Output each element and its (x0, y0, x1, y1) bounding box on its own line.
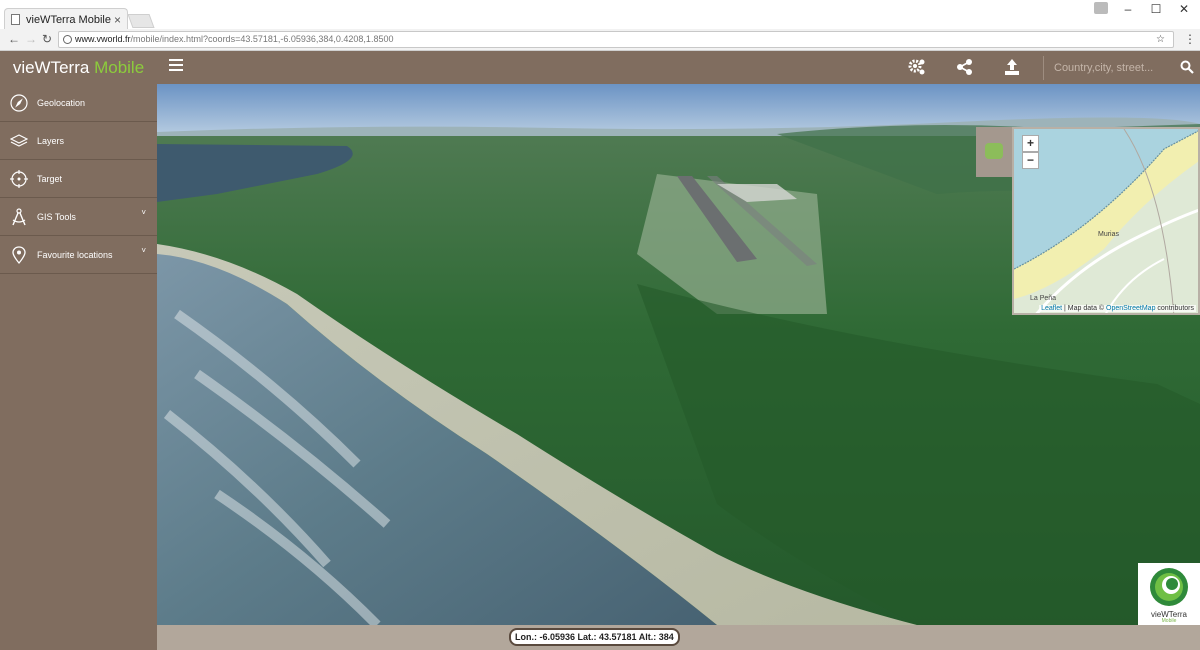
app-header: vieWTerra Mobile (0, 51, 1200, 84)
sidebar-item-target[interactable]: Target (0, 160, 157, 198)
sidebar-item-label: Layers (37, 135, 65, 146)
leaflet-link[interactable]: Leaflet (1041, 305, 1062, 312)
address-bar-row: ← → ↻ www.vworld.fr/mobile/index.html?co… (0, 29, 1200, 51)
forward-icon[interactable]: → (25, 32, 37, 46)
logo-main-text: vieWTerra (12, 58, 90, 77)
sidebar-item-label: Geolocation (37, 97, 86, 108)
close-window-button[interactable]: ✕ (1170, 0, 1198, 20)
bookmark-star-icon[interactable]: ☆ (1156, 32, 1165, 47)
target-icon (10, 169, 28, 188)
logo-sub-text: Mobile (94, 58, 145, 77)
tab-close-button[interactable]: × (114, 13, 121, 27)
leaf-icon (985, 143, 1003, 159)
browser-titlebar: vieWTerra Mobile × – ☐ ✕ (0, 0, 1200, 30)
compass-drawing-icon (12, 207, 26, 225)
sidebar-item-gis-tools[interactable]: GIS Tools ˅ (0, 198, 157, 236)
minimap[interactable]: + − Murias La Peña Leaflet | Map data © … (1012, 127, 1200, 315)
hamburger-menu-icon[interactable] (169, 59, 183, 73)
minimap-tiles[interactable] (1014, 129, 1200, 315)
sidebar-item-label: GIS Tools (37, 211, 76, 222)
url-field[interactable]: www.vworld.fr/mobile/index.html?coords=4… (58, 31, 1174, 48)
browser-menu-icon[interactable]: ⋮ (1184, 32, 1196, 46)
minimap-toggle-button[interactable] (976, 127, 1012, 177)
attribution-suffix: contributors (1155, 305, 1194, 312)
upload-icon[interactable] (1002, 57, 1022, 77)
header-divider (1043, 56, 1044, 80)
user-profile-icon[interactable] (1094, 2, 1108, 14)
attribution-text: | Map data © (1062, 305, 1107, 312)
url-host: www.vworld.fr (75, 34, 131, 44)
brand-logo: vieWTerra Mobile (1138, 563, 1200, 625)
brand-sub: Mobile (1161, 618, 1177, 624)
sidebar-item-layers[interactable]: Layers (0, 122, 157, 160)
reload-icon[interactable]: ↻ (42, 32, 52, 46)
zoom-in-button[interactable]: + (1022, 135, 1039, 152)
sidebar: Geolocation Layers Target GIS Tools ˅ Fa… (0, 84, 157, 650)
chevron-down-icon: ˅ (141, 208, 146, 217)
url-path: /mobile/index.html?coords=43.57181,-6.05… (130, 34, 394, 44)
map-label-murias: Murias (1098, 231, 1120, 238)
compass-icon (10, 93, 28, 112)
map-pin-icon (12, 245, 26, 264)
layers-icon (10, 133, 28, 147)
minimize-button[interactable]: – (1114, 0, 1142, 20)
browser-tab[interactable]: vieWTerra Mobile × (4, 8, 128, 30)
chevron-down-icon: ˅ (141, 246, 146, 255)
map-label-la-pena: La Peña (1030, 295, 1057, 302)
app-logo: vieWTerra Mobile (0, 51, 157, 84)
tab-title: vieWTerra Mobile (26, 13, 111, 26)
coordinates-readout: Lon.: -6.05936 Lat.: 43.57181 Alt.: 384 (509, 628, 680, 646)
settings-gears-icon[interactable] (907, 57, 927, 77)
viewterra-globe-icon (1150, 568, 1188, 606)
sidebar-item-geolocation[interactable]: Geolocation (0, 84, 157, 122)
maximize-button[interactable]: ☐ (1142, 0, 1170, 20)
new-tab-button[interactable] (127, 14, 155, 28)
map-attribution: Leaflet | Map data © OpenStreetMap contr… (1039, 305, 1196, 312)
sidebar-item-label: Favourite locations (37, 249, 113, 260)
sidebar-item-favourite-locations[interactable]: Favourite locations ˅ (0, 236, 157, 274)
zoom-out-button[interactable]: − (1022, 152, 1039, 169)
page-icon (11, 14, 20, 25)
sidebar-item-label: Target (37, 173, 63, 184)
back-icon[interactable]: ← (8, 32, 20, 46)
info-icon[interactable] (63, 35, 72, 44)
share-icon[interactable] (955, 57, 975, 77)
search-icon[interactable] (1180, 60, 1194, 74)
search-input[interactable] (1054, 58, 1174, 78)
status-bar: Lon.: -6.05936 Lat.: 43.57181 Alt.: 384 (157, 625, 1200, 650)
osm-link[interactable]: OpenStreetMap (1106, 305, 1155, 312)
